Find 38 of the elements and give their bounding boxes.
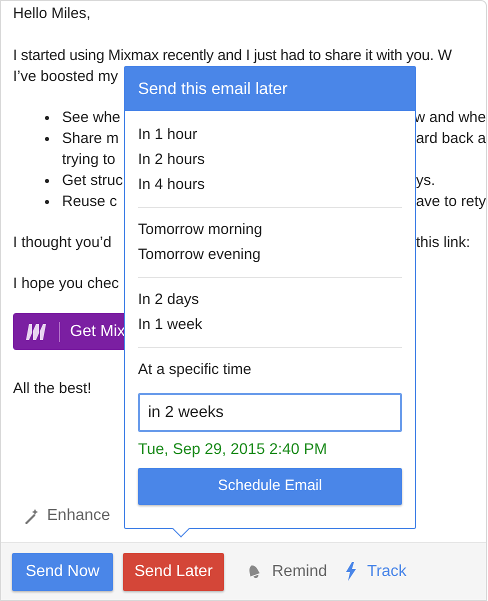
email-text: I hope you chec xyxy=(13,275,119,292)
time-option[interactable]: Tomorrow evening xyxy=(138,244,261,267)
enhance-button[interactable]: Enhance xyxy=(47,504,110,528)
email-text: ys. xyxy=(416,171,436,191)
email-text: trying to xyxy=(62,150,116,170)
email-text: this link: xyxy=(416,233,470,253)
time-option[interactable]: Tomorrow morning xyxy=(138,219,262,242)
magic-wand-icon xyxy=(23,508,39,524)
email-text: Hello Miles, xyxy=(13,5,91,22)
lightning-icon xyxy=(345,562,358,581)
schedule-email-button[interactable]: Schedule Email xyxy=(138,468,402,505)
time-input-field[interactable]: in 2 weeks xyxy=(138,393,402,432)
email-text: ard back a xyxy=(416,129,486,149)
email-text: Get struc xyxy=(62,171,123,191)
parsed-time: Tue, Sep 29, 2015 2:40 PM xyxy=(138,440,327,460)
time-option[interactable]: In 4 hours xyxy=(138,174,205,197)
email-text: I started using Mixmax recently and I just had to share it with you. W xyxy=(13,46,452,66)
bullet-icon xyxy=(45,137,49,141)
time-option[interactable]: In 2 days xyxy=(138,289,199,312)
email-text: Share m xyxy=(62,129,119,149)
popover-title: Send this email later xyxy=(125,67,415,111)
logo-icon xyxy=(25,324,49,340)
remind-button[interactable]: Remind xyxy=(246,552,328,590)
email-text: I’ve boosted my xyxy=(13,68,118,85)
email-text: See whe xyxy=(62,108,120,128)
bullet-icon xyxy=(45,179,49,183)
bullet-icon xyxy=(45,200,49,204)
email-text: ave to rety xyxy=(416,192,486,212)
bullet-icon xyxy=(45,116,49,120)
send-later-button[interactable]: Send Later xyxy=(123,552,224,590)
time-option[interactable]: In 1 week xyxy=(138,314,202,337)
time-option[interactable]: In 1 hour xyxy=(138,124,198,147)
email-text: All the best! xyxy=(13,380,92,397)
field-label: At a specific time xyxy=(138,360,252,380)
time-option[interactable]: In 2 hours xyxy=(138,149,205,172)
email-text: Reuse c xyxy=(62,192,118,212)
send-now-button[interactable]: Send Now xyxy=(12,552,113,590)
email-text: I thought you’d xyxy=(13,234,112,251)
